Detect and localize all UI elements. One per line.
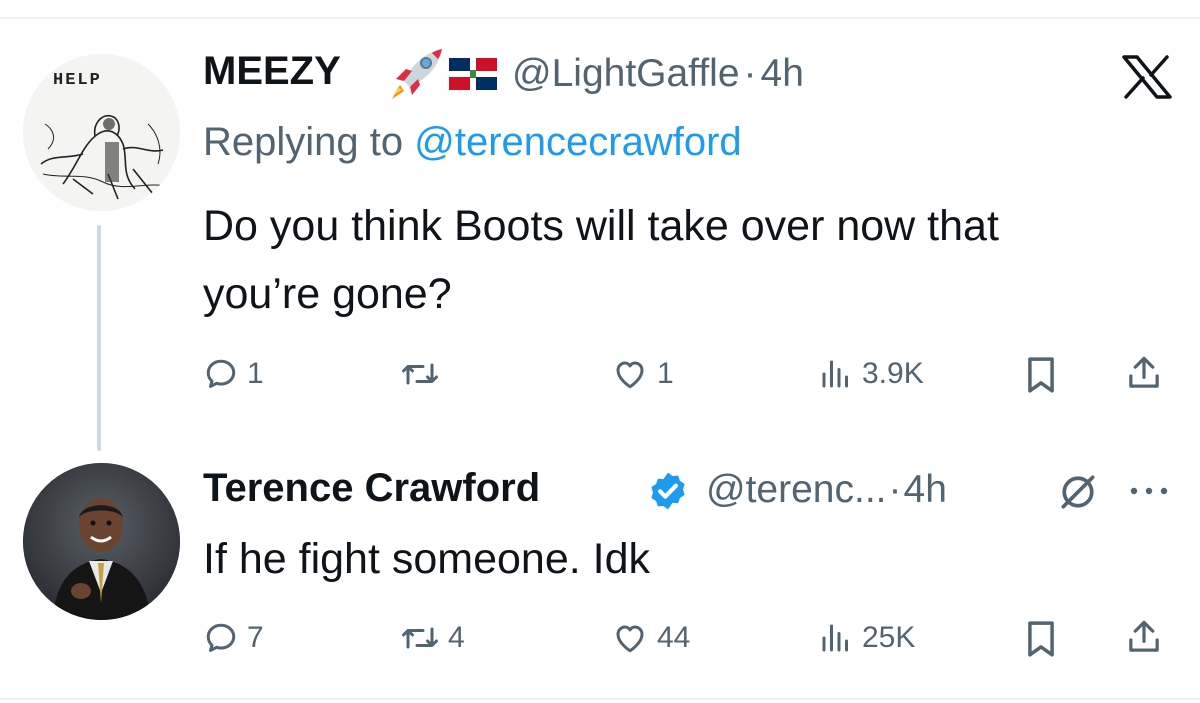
views-button[interactable]: 25K [818, 620, 915, 656]
display-name-text: Terence Crawford [203, 466, 541, 510]
reply-icon [206, 623, 236, 652]
avatar-meezy[interactable]: HELP [23, 54, 180, 211]
views-count: 25K [862, 621, 916, 654]
rocket-emoji-icon [392, 49, 442, 99]
display-name-text: MEEZY [203, 49, 341, 93]
verified-badge-icon [651, 472, 685, 510]
timestamp[interactable]: 4h [904, 468, 947, 511]
tweet2-meta: @terenc...·4h [706, 468, 947, 512]
x-logo-icon[interactable] [1122, 55, 1172, 99]
avatar-help-text: HELP [53, 71, 102, 90]
replying-to-line: Replying to @terencecrawford [203, 120, 742, 165]
handle-lightgaffle[interactable]: @LightGaffle [512, 52, 740, 95]
views-count: 3.9K [862, 357, 924, 390]
handle-terenc[interactable]: @terenc... [706, 468, 887, 511]
display-name-meezy[interactable]: MEEZY [203, 49, 341, 94]
more-icon[interactable] [1127, 484, 1171, 498]
like-count: 44 [657, 621, 691, 654]
reply-count: 7 [247, 621, 264, 654]
retweet-button[interactable]: 4 [400, 620, 465, 656]
reply-button[interactable]: 1 [203, 356, 264, 392]
bottom-divider [0, 698, 1200, 700]
like-button[interactable]: 44 [611, 620, 690, 656]
tweet2-body: If he fight someone. Idk [203, 535, 650, 583]
person-photo-icon: he [23, 463, 180, 620]
share-button[interactable] [1126, 354, 1162, 392]
meta-separator: · [743, 52, 757, 95]
meta-separator: · [888, 468, 902, 511]
retweet-button[interactable] [400, 356, 448, 392]
bookmark-icon [1028, 621, 1054, 657]
no-reply-icon [1061, 475, 1095, 509]
retweet-icon [402, 363, 438, 385]
display-name-terence[interactable]: Terence Crawford [203, 466, 540, 511]
share-button[interactable] [1126, 618, 1162, 656]
bookmark-icon [1028, 357, 1054, 393]
share-icon [1129, 620, 1159, 652]
reply-button[interactable]: 7 [203, 620, 264, 656]
timestamp[interactable]: 4h [761, 52, 804, 95]
avatar-terence-crawford[interactable]: he [23, 463, 180, 620]
bookmark-button[interactable] [1024, 620, 1058, 658]
replying-prefix: Replying to [203, 120, 404, 164]
like-button[interactable]: 1 [611, 356, 674, 392]
share-icon [1129, 356, 1159, 388]
tweet1-body-line1: Do you think Boots will take over now th… [203, 202, 999, 250]
views-button[interactable]: 3.9K [818, 356, 924, 392]
thread-connector [97, 225, 101, 451]
like-count: 1 [657, 357, 674, 390]
reply-count: 1 [247, 357, 264, 390]
retweet-icon [402, 627, 438, 649]
like-icon [616, 361, 644, 389]
dominican-flag-icon [449, 58, 497, 90]
views-icon [822, 360, 848, 388]
tweet1-body-line2: you’re gone? [203, 270, 452, 318]
views-icon [822, 624, 848, 652]
replying-to-handle[interactable]: @terencecrawford [414, 120, 741, 164]
top-divider [0, 17, 1200, 19]
bg-letters: he [31, 474, 46, 491]
tweet1-meta: @LightGaffle · 4h [512, 52, 804, 96]
reply-icon [206, 359, 236, 388]
bookmark-button[interactable] [1024, 356, 1058, 394]
like-icon [616, 625, 644, 653]
retweet-count: 4 [448, 621, 465, 654]
sketch-figure-icon: HELP [23, 54, 180, 211]
